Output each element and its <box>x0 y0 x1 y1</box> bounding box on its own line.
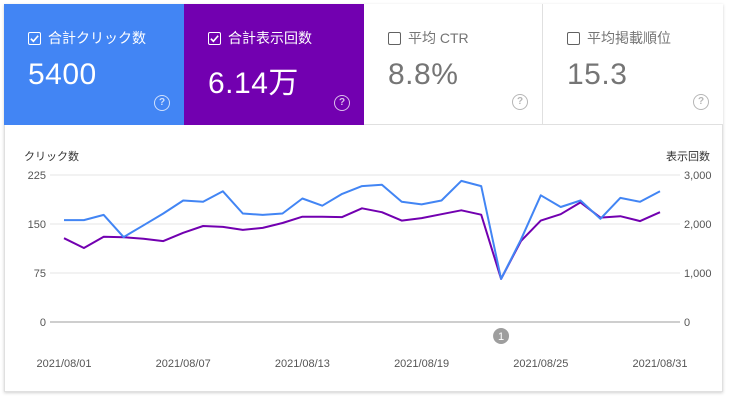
impressions-series-line <box>63 201 661 280</box>
performance-chart: 0 0 75 1,000 150 2,000 225 3,000 2021/08/01 2021/… <box>28 170 712 370</box>
x-tick-label: 2021/08/01 <box>36 358 91 370</box>
y-tick-label-right: 1,000 <box>684 268 712 280</box>
x-tick-label: 2021/08/25 <box>513 358 568 370</box>
x-tick-label: 2021/08/19 <box>394 358 449 370</box>
x-tick-label: 2021/08/07 <box>156 358 211 370</box>
annotation-label: 1 <box>498 331 504 343</box>
y-tick-label-right: 3,000 <box>684 170 712 182</box>
clicks-series-line <box>64 179 661 280</box>
x-tick-label: 2021/08/31 <box>632 358 687 370</box>
y-tick-label-left: 150 <box>28 219 46 231</box>
y-tick-label-left: 75 <box>34 268 46 280</box>
y-tick-label-right: 2,000 <box>684 219 712 231</box>
y-tick-label-right: 0 <box>684 317 690 329</box>
x-tick-label: 2021/08/13 <box>275 358 330 370</box>
y-tick-label-left: 0 <box>40 317 46 329</box>
y-tick-label-left: 225 <box>28 170 46 182</box>
